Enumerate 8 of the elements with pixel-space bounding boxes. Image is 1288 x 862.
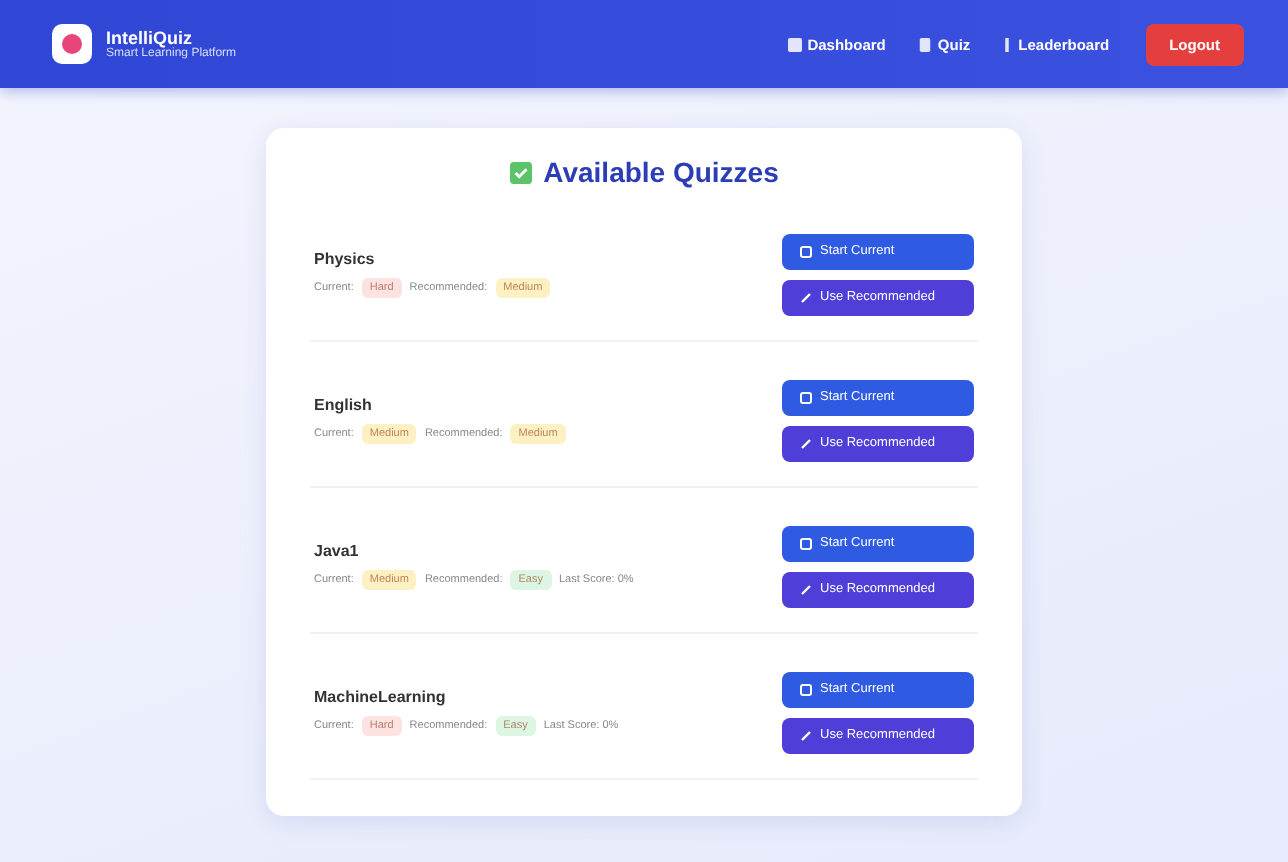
quiz-name: Java1: [314, 542, 361, 560]
quiz-name: English: [314, 396, 374, 414]
brand-name: IntelliQuiz: [106, 28, 193, 48]
brain-logo-icon: [52, 24, 92, 64]
check-icon: [509, 161, 532, 183]
quiz-name: Physics: [314, 250, 377, 268]
quiz-name: MachineLearning: [314, 688, 448, 706]
page-title: Available Quizzes: [543, 156, 779, 188]
